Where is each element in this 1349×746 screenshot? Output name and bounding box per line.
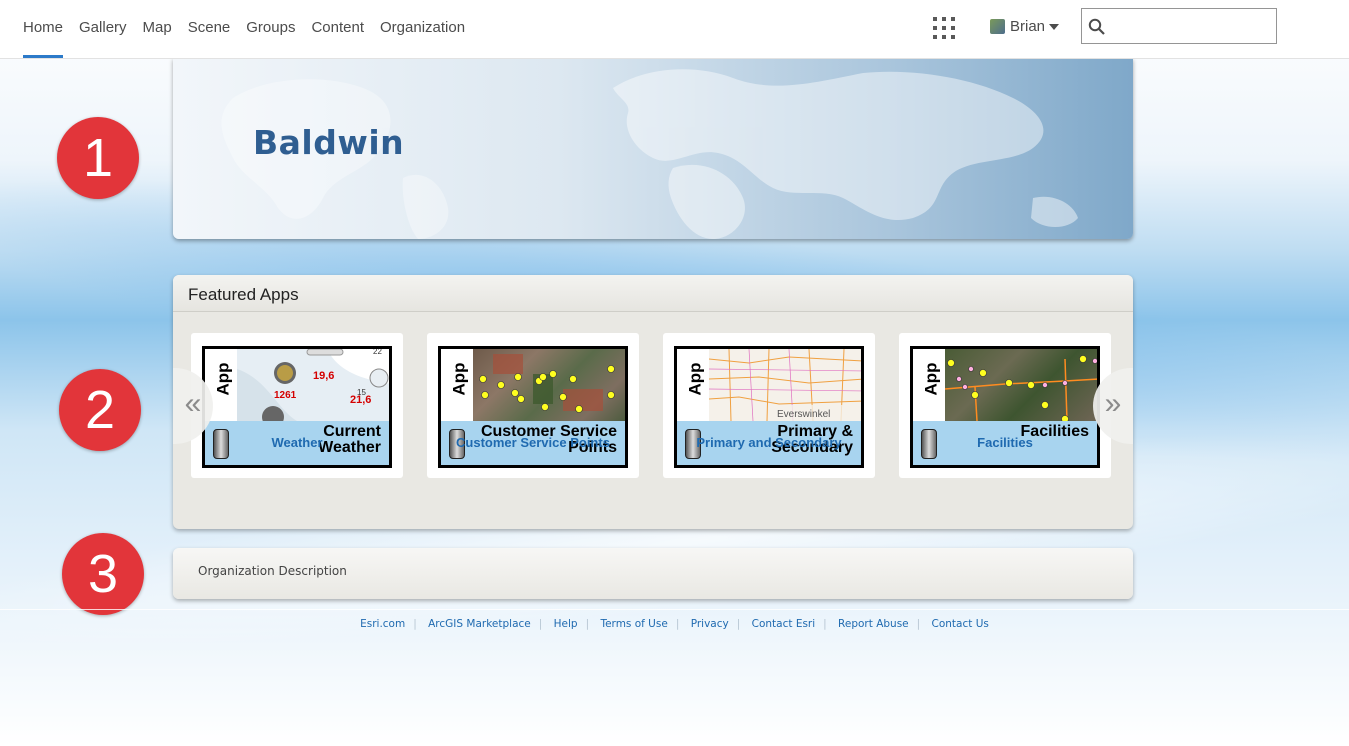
top-navigation-bar: Home Gallery Map Scene Groups Content Or… bbox=[0, 0, 1349, 59]
nav-link-home[interactable]: Home bbox=[23, 0, 64, 58]
app-card-facilities[interactable]: App Facilities bbox=[899, 333, 1111, 478]
footer-link-contact-us[interactable]: Contact Us bbox=[924, 618, 997, 630]
weather-value: 22 bbox=[373, 349, 382, 356]
footer-link-help[interactable]: Help bbox=[546, 618, 586, 630]
step-badge-3: 3 bbox=[62, 533, 144, 615]
step-badge-2: 2 bbox=[59, 369, 141, 451]
nav-link-groups[interactable]: Groups bbox=[246, 0, 295, 58]
aerial-image bbox=[479, 354, 615, 413]
app-launcher-grid-icon[interactable] bbox=[933, 17, 955, 39]
facilities-map-image bbox=[944, 355, 1097, 423]
nav-links: Home Gallery Map Scene Groups Content Or… bbox=[23, 0, 481, 58]
weather-map-image: 19,6 21,6 1261 15 22 bbox=[237, 349, 389, 428]
nav-link-scene[interactable]: Scene bbox=[188, 0, 231, 58]
app-tag: App bbox=[213, 362, 233, 396]
footer-link-terms-of-use[interactable]: Terms of Use bbox=[592, 618, 675, 630]
nav-link-map[interactable]: Map bbox=[143, 0, 172, 58]
organization-description-panel: Organization Description bbox=[173, 548, 1133, 599]
app-tag: App bbox=[685, 362, 705, 396]
featured-apps-panel: Featured Apps App 19,6 21,6 1261 15 22 C… bbox=[173, 275, 1133, 529]
footer-link-report-abuse[interactable]: Report Abuse bbox=[830, 618, 917, 630]
app-link-facilities[interactable]: Facilities bbox=[899, 435, 1111, 450]
footer-link-esri-com[interactable]: Esri.com bbox=[352, 618, 413, 630]
featured-apps-title: Featured Apps bbox=[188, 285, 299, 304]
utility-map-image: Everswinkel bbox=[708, 349, 861, 422]
nav-link-content[interactable]: Content bbox=[311, 0, 364, 58]
footer-link-contact-esri[interactable]: Contact Esri bbox=[744, 618, 824, 630]
app-link-customer-service-points[interactable]: Customer Service Points bbox=[427, 435, 639, 450]
search-icon bbox=[1088, 18, 1105, 35]
caret-down-icon bbox=[1049, 24, 1060, 30]
search-input[interactable] bbox=[1110, 11, 1274, 43]
footer: Esri.com | ArcGIS Marketplace | Help | Term… bbox=[0, 618, 1349, 630]
footer-link-privacy[interactable]: Privacy bbox=[683, 618, 737, 630]
weather-value: 1261 bbox=[274, 390, 297, 401]
organization-banner: Baldwin bbox=[173, 58, 1133, 239]
user-menu[interactable]: Brian bbox=[990, 18, 1060, 35]
app-card-customer-service-points[interactable]: App Customer Service Points bbox=[427, 333, 639, 478]
organization-description-text: Organization Description bbox=[198, 564, 347, 578]
app-link-weather[interactable]: Weather bbox=[191, 435, 403, 450]
app-tag: App bbox=[921, 362, 941, 396]
weather-value: 19,6 bbox=[313, 370, 334, 382]
search-box bbox=[1081, 8, 1277, 44]
map-label: Everswinkel bbox=[777, 409, 830, 420]
app-tag: App bbox=[449, 362, 469, 396]
footer-divider bbox=[0, 609, 1349, 610]
nav-link-gallery[interactable]: Gallery bbox=[79, 0, 127, 58]
avatar bbox=[990, 19, 1005, 34]
step-badge-1: 1 bbox=[57, 117, 139, 199]
organization-title: Baldwin bbox=[253, 123, 405, 162]
footer-link-arcgis-marketplace[interactable]: ArcGIS Marketplace bbox=[420, 618, 539, 630]
app-card-weather[interactable]: App 19,6 21,6 1261 15 22 Current Weather bbox=[191, 333, 403, 478]
weather-value: 15 bbox=[357, 388, 366, 397]
app-card-primary-and-secondary[interactable]: App Everswinkel Primary & Secondary bbox=[663, 333, 875, 478]
user-name: Brian bbox=[1010, 18, 1046, 35]
app-link-primary-and-secondary[interactable]: Primary and Secondary bbox=[663, 435, 875, 450]
nav-link-organization[interactable]: Organization bbox=[380, 0, 465, 58]
featured-apps-header: Featured Apps bbox=[173, 275, 1133, 312]
